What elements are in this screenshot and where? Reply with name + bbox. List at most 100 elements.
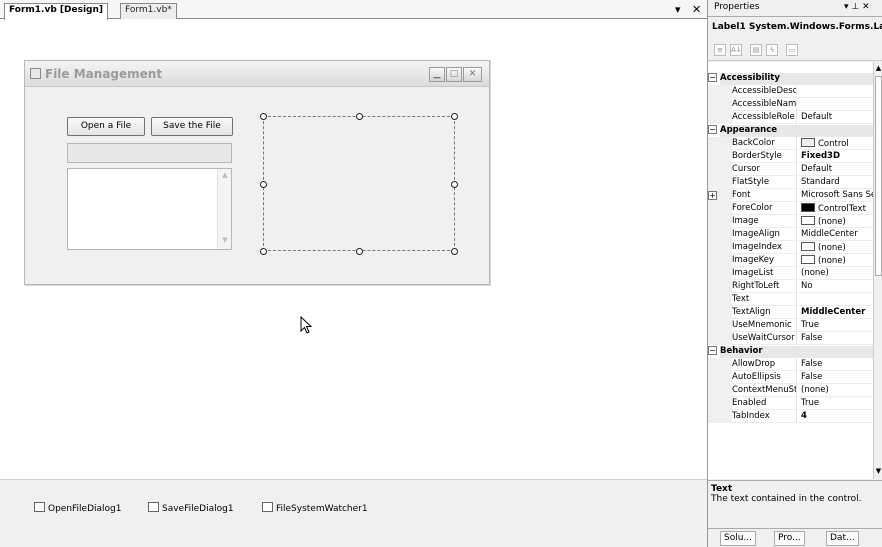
pin-close-icon[interactable]: ▾ ⊥ ✕	[844, 2, 870, 12]
label1-selected[interactable]	[260, 113, 458, 255]
property-value[interactable]: (none)	[798, 215, 873, 228]
property-category[interactable]: Appearance −	[708, 124, 873, 137]
save-file-button[interactable]: Save the File	[151, 117, 233, 136]
property-value[interactable]: (none)	[798, 267, 873, 280]
property-row[interactable]: RightToLeft No	[708, 280, 873, 293]
file-content-textbox[interactable]: ▲ ▼	[67, 168, 232, 250]
resize-handle[interactable]	[356, 113, 363, 120]
scroll-down-icon[interactable]: ▼	[874, 467, 882, 475]
property-value[interactable]: False	[798, 371, 873, 384]
property-value[interactable]: (none)	[798, 384, 873, 397]
resize-handle[interactable]	[451, 248, 458, 255]
property-value[interactable]: 4	[798, 410, 873, 423]
resize-handle[interactable]	[451, 113, 458, 120]
property-row[interactable]: FlatStyle Standard	[708, 176, 873, 189]
property-value[interactable]: Microsoft Sans Se	[798, 189, 873, 202]
resize-handle[interactable]	[356, 248, 363, 255]
tray-item-savefiledialog[interactable]: SaveFileDialog1	[148, 502, 234, 514]
property-row[interactable]: + Font Microsoft Sans Se	[708, 189, 873, 202]
property-row[interactable]: Image (none)	[708, 215, 873, 228]
object-selector[interactable]: Label1 System.Windows.Forms.Lab	[708, 18, 882, 38]
property-value-text: True	[801, 320, 820, 330]
property-row[interactable]: ImageList (none)	[708, 267, 873, 280]
property-row[interactable]: AccessibleDescr	[708, 85, 873, 98]
scroll-up-icon[interactable]: ▲	[874, 64, 882, 72]
collapse-icon[interactable]: −	[708, 346, 717, 355]
scroll-up-icon[interactable]: ▲	[220, 171, 230, 181]
property-row[interactable]: UseMnemonic True	[708, 319, 873, 332]
property-grid-scrollbar[interactable]: ▲ ▼	[873, 62, 882, 479]
scroll-thumb[interactable]	[875, 76, 882, 276]
property-row[interactable]: AccessibleName	[708, 98, 873, 111]
resize-handle[interactable]	[451, 181, 458, 188]
property-row[interactable]: TabIndex 4	[708, 410, 873, 423]
design-surface[interactable]: File Management ▁ □ ✕ Open a File Save t…	[0, 20, 707, 478]
property-category[interactable]: Behavior −	[708, 345, 873, 358]
property-value[interactable]: Fixed3D	[798, 150, 873, 163]
property-value[interactable]: True	[798, 319, 873, 332]
tab-data-sources[interactable]: Dat...	[826, 531, 859, 546]
property-value[interactable]: True	[798, 397, 873, 410]
file-path-textbox[interactable]	[67, 143, 232, 163]
resize-handle[interactable]	[260, 181, 267, 188]
row-gutter	[708, 150, 732, 163]
property-value[interactable]: Default	[798, 163, 873, 176]
property-value[interactable]: False	[798, 332, 873, 345]
expand-icon[interactable]: +	[708, 191, 717, 200]
property-category[interactable]: Accessibility −	[708, 72, 873, 85]
tray-item-openfiledialog[interactable]: OpenFileDialog1	[34, 502, 122, 514]
resize-handle[interactable]	[260, 113, 267, 120]
tab-form1-code[interactable]: Form1.vb*	[120, 3, 177, 19]
property-value[interactable]	[798, 293, 873, 306]
property-value[interactable]: MiddleCenter	[798, 228, 873, 241]
property-row[interactable]: Text	[708, 293, 873, 306]
tab-properties[interactable]: Pro...	[774, 531, 805, 546]
property-row[interactable]: Enabled True	[708, 397, 873, 410]
property-row[interactable]: UseWaitCursor False	[708, 332, 873, 345]
property-row[interactable]: ForeColor ControlText	[708, 202, 873, 215]
collapse-icon[interactable]: −	[708, 73, 717, 82]
property-value[interactable]: (none)	[798, 241, 873, 254]
alphabetical-icon[interactable]: A↓	[730, 44, 742, 56]
property-value[interactable]: (none)	[798, 254, 873, 267]
row-gutter	[708, 358, 732, 371]
property-row[interactable]: ContextMenuStr (none)	[708, 384, 873, 397]
property-value[interactable]: MiddleCenter	[798, 306, 873, 319]
tray-item-filesystemwatcher[interactable]: FileSystemWatcher1	[262, 502, 368, 514]
property-value[interactable]	[798, 85, 873, 98]
property-row[interactable]: AutoEllipsis False	[708, 371, 873, 384]
tab-form1-design[interactable]: Form1.vb [Design]	[4, 3, 108, 20]
collapse-icon[interactable]: −	[708, 125, 717, 134]
property-row[interactable]: ImageAlign MiddleCenter	[708, 228, 873, 241]
property-value[interactable]: Standard	[798, 176, 873, 189]
property-row[interactable]: TextAlign MiddleCenter	[708, 306, 873, 319]
scroll-down-icon[interactable]: ▼	[220, 236, 230, 246]
property-row[interactable]: ImageKey (none)	[708, 254, 873, 267]
property-row[interactable]: AllowDrop False	[708, 358, 873, 371]
tab-solution-explorer[interactable]: Solu...	[720, 531, 757, 546]
property-value[interactable]: ControlText	[798, 202, 873, 215]
property-value[interactable]: Control	[798, 137, 873, 150]
tab-dropdown-icon[interactable]: ▾	[675, 3, 681, 16]
property-pages-icon[interactable]: ▭	[786, 44, 798, 56]
property-row[interactable]: ImageIndex (none)	[708, 241, 873, 254]
property-value[interactable]: False	[798, 358, 873, 371]
close-icon[interactable]: ✕	[692, 3, 701, 16]
property-grid[interactable]: Accessibility − AccessibleDescr AccessibleN…	[708, 62, 873, 479]
open-file-button[interactable]: Open a File	[67, 117, 145, 136]
property-row[interactable]: AccessibleRole Default	[708, 111, 873, 124]
property-row[interactable]: Cursor Default	[708, 163, 873, 176]
resize-handle[interactable]	[260, 248, 267, 255]
form-window[interactable]: File Management ▁ □ ✕ Open a File Save t…	[24, 60, 490, 285]
properties-panel: Properties ▾ ⊥ ✕ Label1 System.Windows.F…	[707, 0, 882, 547]
property-row[interactable]: BorderStyle Fixed3D	[708, 150, 873, 163]
events-icon[interactable]: ϟ	[766, 44, 778, 56]
property-value[interactable]: No	[798, 280, 873, 293]
categorized-icon[interactable]: ≡	[714, 44, 726, 56]
property-row[interactable]: BackColor Control	[708, 137, 873, 150]
property-value[interactable]: Default	[798, 111, 873, 124]
property-value[interactable]	[798, 98, 873, 111]
scrollbar[interactable]: ▲ ▼	[217, 169, 231, 249]
properties-icon[interactable]: ▤	[750, 44, 762, 56]
row-gutter	[708, 319, 732, 332]
